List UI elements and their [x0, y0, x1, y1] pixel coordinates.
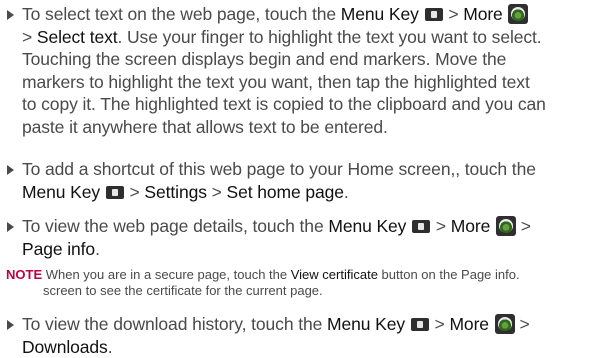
menu-key-icon	[410, 318, 429, 331]
note: NOTE When you are in a secure page, touc…	[6, 267, 598, 299]
menu-key-label: Menu Key	[327, 314, 406, 334]
bullet-icon	[7, 165, 14, 175]
menu-key-icon	[412, 220, 431, 233]
item-text: To view the web page details, touch the …	[22, 215, 598, 260]
item-text: To select text on the web page, touch th…	[22, 3, 598, 138]
menu-key-icon	[424, 8, 443, 21]
text-line: paste it anywhere that allows text to be…	[22, 116, 388, 137]
menu-key-label: Menu Key	[340, 4, 419, 24]
menu-key-label: Menu Key	[328, 216, 407, 236]
select-text-label: Select text	[36, 26, 118, 47]
text-line: Touching the screen displays begin and e…	[22, 49, 507, 69]
item-text: To view the download history, touch the …	[22, 313, 598, 358]
settings-label: Settings	[144, 181, 207, 202]
text-line: > Select text. Use your finger to highli…	[22, 26, 542, 47]
text-line: markers to highlight the text you want, …	[22, 71, 530, 92]
text-line: To add a shortcut of this web page to yo…	[22, 159, 536, 179]
note-text: When you are in a secure page, touch the	[42, 267, 291, 282]
more-icon	[494, 314, 515, 334]
view-certificate-label: View certificate	[290, 267, 378, 282]
more-label: More	[449, 314, 489, 334]
downloads-label: Downloads	[22, 336, 108, 357]
text-line: Menu Key > Settings > Set home page.	[22, 181, 349, 202]
bullet-icon	[7, 10, 14, 20]
text-line: To view the web page details, touch the …	[22, 216, 531, 236]
text-line: Downloads.	[22, 336, 113, 357]
manual-page: To select text on the web page, touch th…	[0, 0, 605, 358]
note-label: NOTE	[6, 267, 43, 282]
text-line: To view the download history, touch the …	[22, 314, 530, 334]
text-line: Page info.	[22, 238, 100, 259]
menu-key-icon	[105, 185, 124, 199]
more-label: More	[450, 216, 491, 236]
bullet-icon	[7, 222, 14, 232]
more-icon	[508, 4, 529, 24]
more-label: More	[463, 4, 503, 24]
note-text: button on the Page info.	[377, 267, 520, 282]
menu-key-label: Menu Key	[22, 181, 100, 202]
text-line: To select text on the web page, touch th…	[22, 3, 598, 26]
bullet-icon	[7, 320, 14, 330]
note-text: screen to see the certificate for the cu…	[43, 283, 323, 298]
item-text: To add a shortcut of this web page to yo…	[22, 158, 598, 203]
page-info-label: Page info	[22, 238, 96, 259]
set-home-page-label: Set home page	[226, 181, 345, 202]
text-line: to copy it. The highlighted text is copi…	[22, 94, 546, 114]
more-icon	[496, 216, 517, 236]
